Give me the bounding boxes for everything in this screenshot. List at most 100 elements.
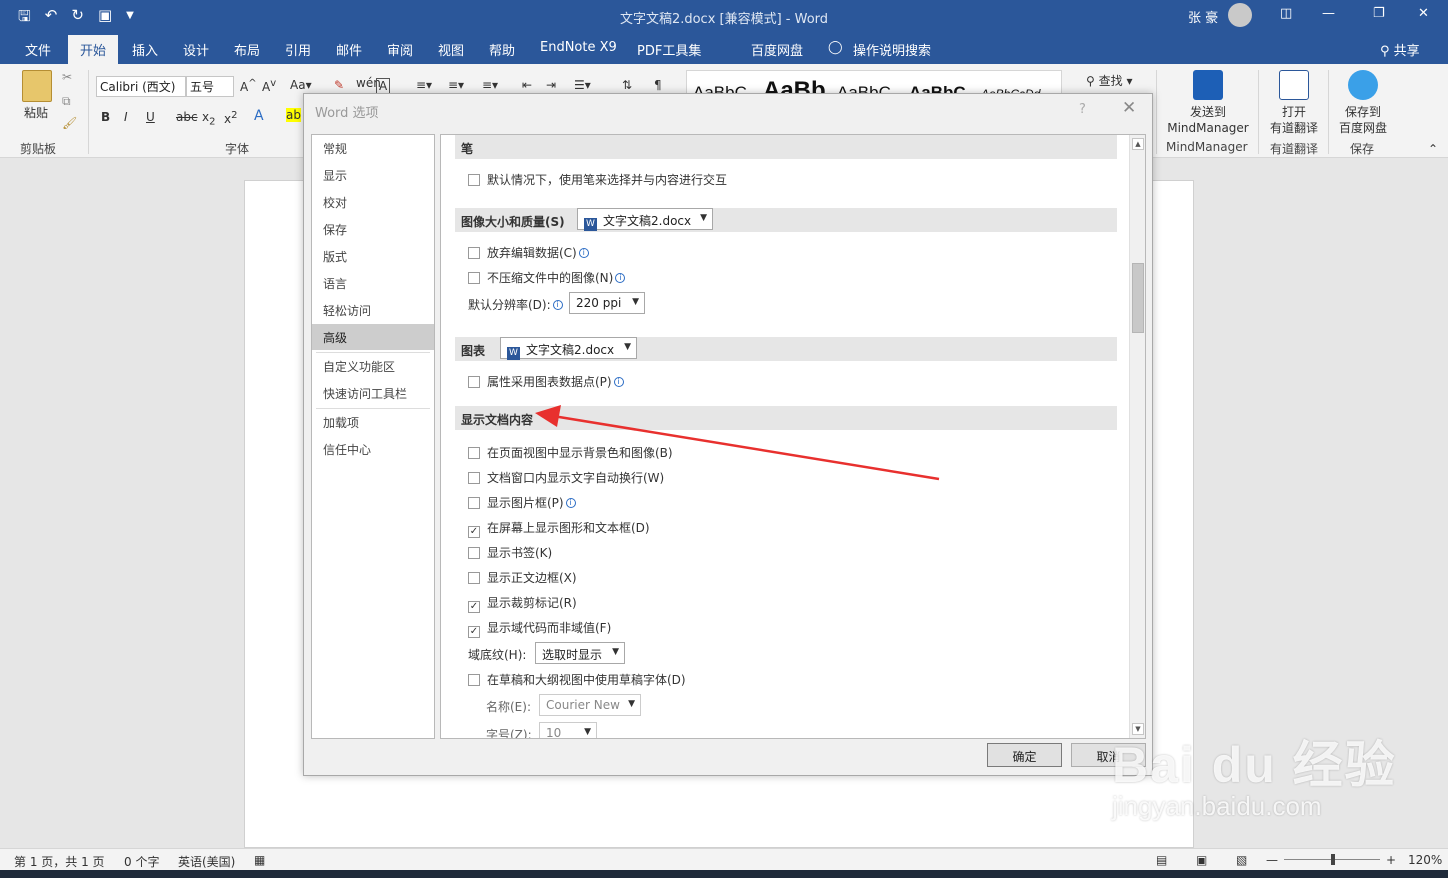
share-button[interactable]: ⚲ 共享 [1380, 40, 1420, 59]
change-case-icon[interactable]: Aa▾ [290, 78, 312, 92]
italic-icon[interactable]: I [124, 110, 128, 124]
scrollbar-thumb[interactable] [1132, 263, 1144, 333]
option-field-codes[interactable]: ✓ 显示域代码而非域值(F) [468, 619, 611, 638]
option-text-boundaries[interactable]: 显示正文边框(X) [468, 569, 577, 586]
option-chart-data-point-props[interactable]: 属性采用图表数据点(P) i [468, 373, 624, 390]
tab-review[interactable]: 审阅 [387, 40, 413, 59]
option-picture-placeholders[interactable]: 显示图片框(P) i [468, 494, 576, 511]
find-button[interactable]: ⚲ 查找 ▾ [1086, 72, 1132, 89]
zoom-out-icon[interactable]: — [1266, 853, 1278, 867]
open-youdao-button[interactable]: 打开 有道翻译 [1266, 70, 1322, 136]
tab-file[interactable]: 文件 [25, 40, 51, 59]
checkbox[interactable] [468, 572, 480, 584]
close-window-icon[interactable]: ✕ [1418, 6, 1429, 21]
nav-advanced[interactable]: 高级 [312, 324, 434, 350]
checkbox[interactable] [468, 447, 480, 459]
save-to-baidu-button[interactable]: 保存到 百度网盘 [1336, 70, 1390, 136]
option-no-compress-images[interactable]: 不压缩文件中的图像(N) i [468, 269, 626, 286]
numbering-icon[interactable]: ≡▾ [448, 78, 464, 92]
image-document-dropdown[interactable]: W 文字文稿2.docx ▼ [577, 208, 713, 231]
option-discard-editing-data[interactable]: 放弃编辑数据(C) i [468, 244, 589, 261]
paste-icon[interactable] [22, 70, 52, 102]
nav-save[interactable]: 保存 [312, 216, 434, 242]
clear-format-icon[interactable]: ✎ [334, 78, 344, 92]
paste-button[interactable]: 粘贴 [24, 104, 48, 121]
option-crop-marks[interactable]: ✓ 显示裁剪标记(R) [468, 594, 577, 613]
shrink-font-icon[interactable]: Av [262, 78, 276, 94]
ok-button[interactable]: 确定 [987, 743, 1062, 767]
checkbox[interactable] [468, 376, 480, 388]
avatar[interactable] [1228, 3, 1252, 27]
chinese-layout-icon[interactable]: ☰▾ [574, 78, 591, 92]
sort-icon[interactable]: ⇅ [622, 78, 632, 92]
tab-endnote[interactable]: EndNote X9 [540, 40, 617, 55]
nav-language[interactable]: 语言 [312, 270, 434, 296]
option-show-bg-colors[interactable]: 在页面视图中显示背景色和图像(B) [468, 444, 673, 461]
nav-proofing[interactable]: 校对 [312, 189, 434, 215]
copy-icon[interactable]: ⧉ [62, 94, 71, 109]
tab-mailings[interactable]: 邮件 [336, 40, 362, 59]
nav-trust-center[interactable]: 信任中心 [312, 436, 434, 462]
tab-references[interactable]: 引用 [285, 40, 311, 59]
font-size-box[interactable]: 五号 [186, 76, 234, 97]
font-name-box[interactable]: Calibri (西文) [96, 76, 186, 97]
zoom-level[interactable]: 120% [1408, 853, 1442, 867]
option-draft-font[interactable]: 在草稿和大纲视图中使用草稿字体(D) [468, 671, 686, 688]
text-effects-icon[interactable]: A [254, 108, 264, 124]
tab-insert[interactable]: 插入 [132, 40, 158, 59]
format-painter-icon[interactable]: 🖌 [62, 116, 77, 130]
checkbox[interactable] [468, 472, 480, 484]
draft-font-size-dropdown[interactable]: 10 ▼ [539, 722, 597, 738]
checkbox[interactable] [468, 272, 480, 284]
underline-icon[interactable]: U [146, 110, 155, 124]
nav-addins[interactable]: 加载项 [312, 409, 434, 435]
strikethrough-icon[interactable]: abc [176, 110, 198, 124]
restore-icon[interactable]: ❐ [1373, 6, 1385, 21]
nav-general[interactable]: 常规 [312, 135, 434, 161]
nav-typography[interactable]: 版式 [312, 243, 434, 269]
read-mode-icon[interactable]: ▤ [1156, 853, 1167, 867]
increase-indent-icon[interactable]: ⇥ [546, 78, 556, 92]
nav-accessibility[interactable]: 轻松访问 [312, 297, 434, 323]
grow-font-icon[interactable]: A^ [240, 78, 257, 94]
web-layout-icon[interactable]: ▧ [1236, 853, 1247, 867]
checkbox[interactable] [468, 547, 480, 559]
option-show-bookmarks[interactable]: 显示书签(K) [468, 544, 552, 561]
resolution-dropdown[interactable]: 220 ppi ▼ [569, 292, 645, 314]
decrease-indent-icon[interactable]: ⇤ [522, 78, 532, 92]
scroll-up-icon[interactable]: ▲ [1132, 138, 1144, 150]
tab-baidu-netdisk[interactable]: 百度网盘 [751, 40, 803, 59]
tab-home[interactable]: 开始 [68, 35, 119, 64]
checkbox[interactable]: ✓ [468, 626, 480, 638]
ribbon-display-icon[interactable]: ◫ [1280, 6, 1292, 21]
user-name[interactable]: 张 豪 [1188, 7, 1218, 26]
nav-customize-ribbon[interactable]: 自定义功能区 [312, 353, 434, 379]
tab-pdf-tools[interactable]: PDF工具集 [637, 40, 701, 59]
print-layout-icon[interactable]: ▣ [1196, 853, 1207, 867]
language-indicator[interactable]: 英语(美国) [178, 853, 235, 870]
checkbox[interactable] [468, 497, 480, 509]
tab-help[interactable]: 帮助 [489, 40, 515, 59]
zoom-in-icon[interactable]: + [1386, 853, 1396, 867]
checkbox[interactable] [468, 674, 480, 686]
tab-view[interactable]: 视图 [438, 40, 464, 59]
checkbox[interactable] [468, 174, 480, 186]
option-pen-interact[interactable]: 默认情况下，使用笔来选择并与内容进行交互 [468, 171, 727, 188]
checkbox[interactable]: ✓ [468, 526, 480, 538]
superscript-icon[interactable]: x2 [224, 110, 237, 126]
tab-design[interactable]: 设计 [183, 40, 209, 59]
chart-document-dropdown[interactable]: W 文字文稿2.docx ▼ [500, 337, 637, 360]
char-border-icon[interactable]: A [376, 78, 391, 94]
minimize-icon[interactable]: — [1322, 6, 1335, 21]
page-count[interactable]: 第 1 页，共 1 页 [14, 853, 105, 870]
nav-display[interactable]: 显示 [312, 162, 434, 188]
option-wrap-text[interactable]: 文档窗口内显示文字自动换行(W) [468, 469, 664, 486]
send-to-mindmanager-button[interactable]: 发送到 MindManager [1164, 70, 1252, 136]
checkbox[interactable] [468, 247, 480, 259]
close-icon[interactable]: ✕ [1122, 98, 1136, 118]
field-shading-dropdown[interactable]: 选取时显示 ▼ [535, 642, 625, 664]
highlight-icon[interactable]: ab [286, 108, 301, 122]
bold-icon[interactable]: B [101, 110, 110, 124]
help-icon[interactable]: ? [1079, 102, 1086, 117]
bullets-icon[interactable]: ≡▾ [416, 78, 432, 92]
